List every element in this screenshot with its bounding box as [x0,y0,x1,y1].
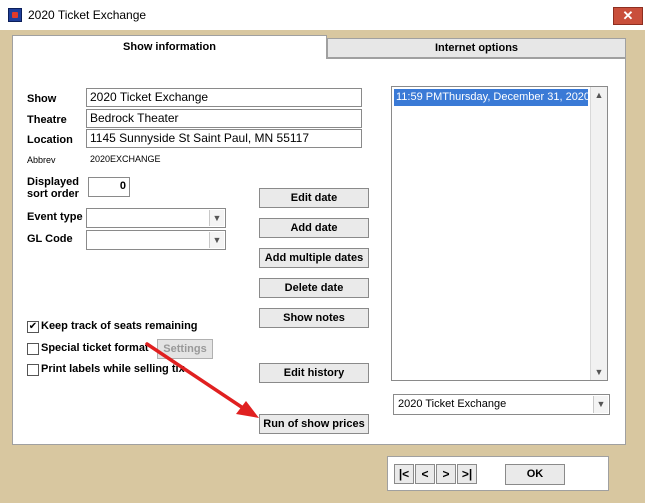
theatre-input[interactable]: Bedrock Theater [86,109,362,128]
scroll-down-icon[interactable]: ▼ [591,364,607,380]
gl-code-label: GL Code [27,233,73,245]
first-record-button[interactable]: |< [394,464,414,484]
location-input[interactable]: 1145 Sunnyside St Saint Paul, MN 55117 [86,129,362,148]
show-select[interactable]: 2020 Ticket Exchange ▼ [393,394,610,415]
special-ticket-format-label: Special ticket format [41,342,149,354]
next-record-button[interactable]: > [436,464,456,484]
tab-show-information[interactable]: Show information [12,35,327,59]
gl-code-select[interactable]: ▼ [86,230,226,250]
sort-order-input[interactable]: 0 [88,177,130,197]
main-window: 2020 Ticket Exchange ✕ Show information … [0,0,645,503]
app-icon [8,8,22,22]
list-scrollbar[interactable]: ▲ ▼ [590,87,607,380]
show-notes-button[interactable]: Show notes [259,308,369,328]
date-text: Thursday, December 31, 2020 [442,91,588,103]
chevron-down-icon[interactable]: ▼ [593,396,608,413]
list-item[interactable]: 11:59 PMThursday, December 31, 2020 [394,89,588,106]
edit-history-button[interactable]: Edit history [259,363,369,383]
close-icon: ✕ [622,8,634,23]
window-title: 2020 Ticket Exchange [28,8,147,22]
delete-date-button[interactable]: Delete date [259,278,369,298]
close-button[interactable]: ✕ [613,7,643,25]
keep-track-seats-label: Keep track of seats remaining [41,320,198,332]
show-label: Show [27,93,57,105]
tab-internet-options[interactable]: Internet options [327,38,626,58]
date-time: 11:59 PM [396,91,443,103]
checkbox-unchecked-icon[interactable] [27,343,39,355]
scroll-up-icon[interactable]: ▲ [591,87,607,103]
frame-left [0,30,10,503]
run-of-show-prices-button[interactable]: Run of show prices [259,414,369,434]
abbrev-value: 2020EXCHANGE [90,154,161,164]
print-labels-label: Print labels while selling tix [41,363,185,375]
sort-order-label-line2: sort order [27,188,79,200]
show-select-value: 2020 Ticket Exchange [398,398,507,410]
show-dates-list[interactable]: 11:59 PMThursday, December 31, 2020 ▲ ▼ [391,86,608,381]
last-record-button[interactable]: >| [457,464,477,484]
frame-right [631,30,645,503]
abbrev-label: Abbrev [27,155,56,165]
chevron-down-icon[interactable]: ▼ [209,232,224,248]
record-navigation: |< < > >| OK [387,456,609,491]
event-type-label: Event type [27,211,83,223]
title-bar: 2020 Ticket Exchange ✕ [0,0,645,30]
chevron-down-icon[interactable]: ▼ [209,210,224,226]
add-multiple-dates-button[interactable]: Add multiple dates [259,248,369,268]
ok-button[interactable]: OK [505,464,565,485]
prev-record-button[interactable]: < [415,464,435,484]
add-date-button[interactable]: Add date [259,218,369,238]
sort-order-label: Displayed sort order [27,176,79,200]
checkbox-checked-icon[interactable]: ✔ [27,321,39,333]
checkbox-unchecked-icon[interactable] [27,364,39,376]
show-input[interactable]: 2020 Ticket Exchange [86,88,362,107]
location-label: Location [27,134,73,146]
settings-button[interactable]: Settings [157,339,213,359]
event-type-select[interactable]: ▼ [86,208,226,228]
edit-date-button[interactable]: Edit date [259,188,369,208]
sort-order-label-line1: Displayed [27,176,79,188]
theatre-label: Theatre [27,114,67,126]
